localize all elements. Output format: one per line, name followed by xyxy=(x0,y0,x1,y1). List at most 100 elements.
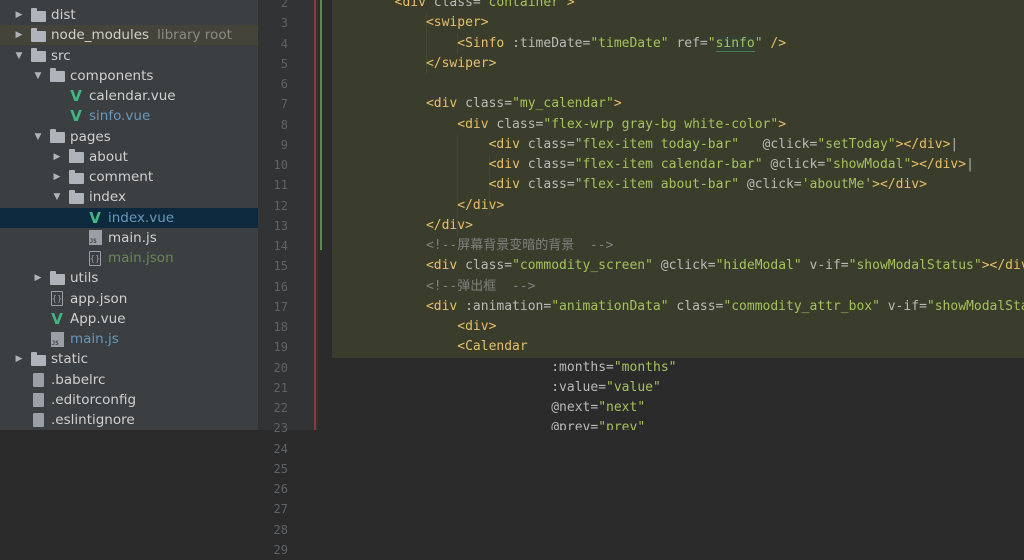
tree-item[interactable]: ▼ pages xyxy=(0,127,258,147)
line-number: 8 xyxy=(280,117,288,132)
line-number: 23 xyxy=(273,421,288,436)
library-root-hint: library root xyxy=(157,27,232,44)
code-line[interactable]: </swiper> xyxy=(426,54,496,74)
tree-item[interactable]: ▶ dist xyxy=(0,5,258,25)
line-number: 28 xyxy=(273,522,288,537)
chevron-down-icon[interactable]: ▼ xyxy=(33,71,43,81)
tree-item-label: node_modules xyxy=(51,27,150,44)
tree-item[interactable]: ▶ about xyxy=(0,147,258,167)
code-line[interactable]: :value="value" xyxy=(551,378,661,398)
code-token: "next" xyxy=(598,400,646,415)
code-token: <div xyxy=(488,136,528,152)
tree-item[interactable]: ▶Vcalendar.vue xyxy=(0,86,258,106)
tree-item-label: comment xyxy=(89,169,154,185)
code-editor[interactable]: <div class="container"> <swiper> <Sinfo :t… xyxy=(318,0,1024,430)
code-line[interactable]: <!--屏幕背景变暗的背景 --> xyxy=(426,236,613,256)
change-marker-red xyxy=(314,0,316,430)
folder-icon xyxy=(30,351,46,367)
chevron-right-icon[interactable]: ▶ xyxy=(14,354,24,364)
tree-item[interactable]: ▼ index xyxy=(0,187,258,207)
code-token: :value= xyxy=(551,379,607,395)
code-token: </div> xyxy=(425,217,473,233)
code-line[interactable]: <div> xyxy=(457,317,496,337)
code-token: | xyxy=(966,157,974,172)
code-line[interactable]: </div> xyxy=(457,196,504,216)
tree-item[interactable]: ▶{}app.json xyxy=(0,289,258,309)
code-token: /> xyxy=(762,35,787,51)
code-token: <!--弹出框 --> xyxy=(425,278,536,294)
code-line[interactable]: <div class="flex-wrp gray-bg white-color… xyxy=(457,115,786,135)
tree-item[interactable]: ▶ static xyxy=(0,349,258,369)
code-line[interactable]: <div class="commodity_screen" @click="hi… xyxy=(426,256,1024,276)
line-number: 19 xyxy=(273,340,288,355)
code-token: "commodity_attr_box" xyxy=(723,298,888,314)
json-file-icon: {} xyxy=(49,291,65,307)
chevron-down-icon[interactable]: ▼ xyxy=(14,51,24,61)
tree-item-label: App.vue xyxy=(70,310,126,327)
config-file-icon xyxy=(30,372,46,388)
tree-item[interactable]: ▶{}main.json xyxy=(0,248,258,268)
code-line[interactable]: <Sinfo :timeDate="timeDate" ref="sinfo" … xyxy=(457,34,786,54)
tree-item[interactable]: ▶Vsinfo.vue xyxy=(0,106,258,126)
code-token: v-if= xyxy=(809,258,849,274)
code-token: "hideModal" xyxy=(715,258,810,274)
code-token: ></div> xyxy=(872,177,927,193)
project-tree: ▶ dist ▶ node_modules library root ▼ src ▼ compo… xyxy=(0,0,258,430)
code-line[interactable]: <div class="my_calendar"> xyxy=(426,94,622,114)
code-line[interactable]: @next="next" xyxy=(551,398,645,418)
tree-item[interactable]: ▶ node_modules library root xyxy=(0,25,258,46)
tree-item[interactable]: ▶main.js xyxy=(0,228,258,248)
code-token: "animationData" xyxy=(551,298,677,314)
tree-item-label: index.vue xyxy=(108,209,175,226)
line-number: 11 xyxy=(273,178,288,193)
code-line[interactable]: <Calendar xyxy=(457,337,527,357)
tree-item-label: components xyxy=(70,67,154,84)
tree-item-label: main.js xyxy=(70,331,119,347)
tree-item[interactable]: ▶.eslintignore xyxy=(0,410,258,430)
chevron-right-icon[interactable]: ▶ xyxy=(52,172,62,182)
code-line[interactable]: </div> xyxy=(426,216,473,236)
code-line[interactable]: <div class="flex-item today-bar" @click=… xyxy=(489,135,959,155)
chevron-down-icon[interactable]: ▼ xyxy=(33,132,43,142)
folder-icon xyxy=(30,27,46,43)
tree-item[interactable]: ▶Vindex.vue xyxy=(0,207,258,228)
chevron-right-icon[interactable]: ▶ xyxy=(14,10,24,20)
tree-item[interactable]: ▶main.js xyxy=(0,329,258,349)
code-line[interactable]: @prev="prev" xyxy=(551,418,645,430)
code-token: v-if= xyxy=(887,298,927,314)
code-token: @click= xyxy=(762,136,818,152)
code-line[interactable]: <div class="flex-item about-bar" @click=… xyxy=(489,175,927,195)
code-token: :animation= xyxy=(465,298,552,314)
line-number: 10 xyxy=(273,158,288,172)
line-number: 3 xyxy=(280,16,288,31)
code-token: > xyxy=(613,96,622,112)
code-token: " xyxy=(707,35,716,51)
code-line[interactable]: <div class="flex-item calendar-bar" @cli… xyxy=(489,155,974,175)
line-number: 20 xyxy=(273,360,288,375)
code-line[interactable]: <div class="container"> xyxy=(395,0,575,13)
tree-item[interactable]: ▶ comment xyxy=(0,167,258,187)
chevron-right-icon[interactable]: ▶ xyxy=(33,273,43,283)
code-token: </swiper> xyxy=(425,55,497,71)
tree-item[interactable]: ▶.babelrc xyxy=(0,370,258,390)
code-line[interactable]: <swiper> xyxy=(426,13,489,33)
tree-item-label: .editorconfig xyxy=(51,391,137,408)
tree-item[interactable]: ▶VApp.vue xyxy=(0,309,258,329)
code-token: "flex-item about-bar" xyxy=(574,177,747,193)
json-file-icon: {} xyxy=(87,250,103,266)
tree-item[interactable]: ▶.editorconfig xyxy=(0,390,258,410)
code-line[interactable]: <!--弹出框 --> xyxy=(426,277,535,297)
line-number: 2 xyxy=(280,0,288,10)
tree-item[interactable]: ▼ src xyxy=(0,46,258,66)
code-line[interactable]: :months="months" xyxy=(551,358,676,378)
chevron-right-icon[interactable]: ▶ xyxy=(14,30,24,40)
line-number: 6 xyxy=(280,77,288,91)
code-line[interactable]: <div :animation="animationData" class="c… xyxy=(426,297,1024,317)
code-token: :timeDate= xyxy=(512,35,591,51)
chevron-right-icon[interactable]: ▶ xyxy=(52,152,62,162)
tree-item[interactable]: ▼ components xyxy=(0,66,258,86)
tree-item[interactable]: ▶ utils xyxy=(0,268,258,288)
code-token: "prev" xyxy=(598,420,646,430)
line-number: 29 xyxy=(273,542,288,557)
chevron-down-icon[interactable]: ▼ xyxy=(52,192,62,202)
